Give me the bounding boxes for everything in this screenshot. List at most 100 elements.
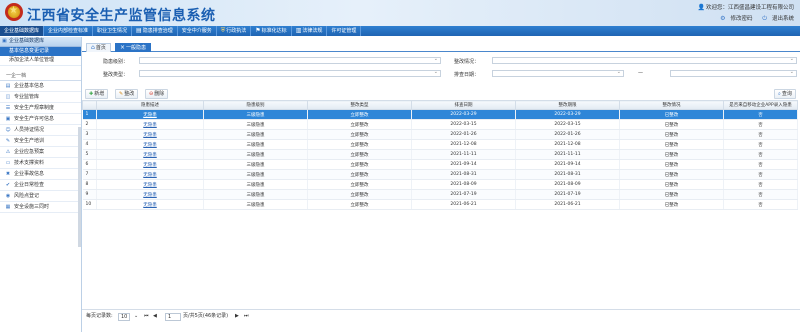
sidebar-header[interactable]: 企业基础数据库 (0, 37, 81, 47)
column-header-index (82, 100, 97, 110)
column-header-desc[interactable]: 隐患描述 (96, 100, 204, 110)
rectify-type-select[interactable] (139, 69, 441, 77)
nav-item-internal-standard[interactable]: 企业内部检查标准 (44, 26, 94, 36)
hazard-level-select[interactable] (139, 56, 441, 64)
hazard-desc-link[interactable]: 无隐患 (143, 123, 157, 128)
close-icon: × (120, 44, 126, 51)
sidebar-item-add-legal-unit[interactable]: 添加企法人单位管理 (0, 56, 81, 66)
user-icon: 👤 (697, 4, 705, 11)
certificate-icon: ▣ (5, 116, 11, 122)
building-icon: ▦ (5, 204, 11, 210)
table-row[interactable]: 6 无隐患 三级隐患 立即整改 2021-09-14 2021-09-14 已整… (82, 159, 798, 170)
sidebar-item-emergency-plan[interactable]: ⚠ 企业应急预案 (0, 147, 81, 158)
table-row[interactable]: 3 无隐患 三级隐患 立即整改 2022-01-26 2022-01-26 已整… (82, 129, 798, 140)
table-row[interactable]: 10 无隐患 三级隐患 立即整改 2021-06-21 2021-06-21 已… (82, 199, 798, 210)
sidebar-item-change-log[interactable]: 基本信息变更记录 (0, 47, 81, 56)
sidebar-item-basic-info[interactable]: ▤ 企业基本信息 (0, 81, 81, 92)
column-header-status[interactable]: 整改情况 (619, 100, 724, 110)
nav-item-enterprise-db[interactable]: 企业基础数据库 (0, 26, 45, 36)
alert-icon: ⚠ (5, 149, 11, 155)
column-header-type[interactable]: 整改类型 (307, 100, 412, 110)
filter-panel: 隐患级别： 整改情况： 整改类型： 排查日期： — (82, 54, 800, 84)
nav-item-laws[interactable]: ▥法律法规 (292, 26, 328, 36)
hazard-desc-link[interactable]: 无隐患 (143, 133, 157, 138)
nav-item-license[interactable]: 许可证管理 (327, 26, 362, 36)
sidebar-item-supervision[interactable]: ◫ 专业监管库 (0, 92, 81, 103)
hazard-desc-link[interactable]: 无隐患 (143, 153, 157, 158)
date-range-separator: — (638, 70, 643, 76)
sidebar-item-personnel[interactable]: ☺ 人员持证情况 (0, 125, 81, 136)
pagination-bar: 每页记录数: 10 ⌄ ⏮ ◀ 1 页/共5页(46条记录) ▶ ⏭ (82, 309, 800, 322)
welcome-text: 👤欢迎您：江西盛昌建设工程有限公司 (697, 4, 795, 11)
logout-link[interactable]: ⏻ 退出系统 (758, 15, 794, 22)
hazard-desc-link[interactable]: 无隐患 (143, 143, 157, 148)
warning-icon: ✖ (5, 171, 11, 177)
training-icon: ✎ (5, 138, 11, 144)
nav-item-hazard-check[interactable]: ▤隐患排查治理 (132, 26, 178, 36)
date-end-input[interactable] (670, 69, 797, 77)
per-page-dropdown-icon[interactable]: ⌄ (134, 310, 138, 322)
delete-button[interactable]: ⊖删除 (145, 89, 169, 99)
settings-icon: ⚙ (720, 15, 726, 22)
table-row[interactable]: 8 无隐患 三级隐患 立即整改 2021-08-09 2021-08-09 已整… (82, 179, 798, 190)
nav-item-occupational-health[interactable]: 职业卫生情况 (93, 26, 133, 36)
app-header: 江西省安全生产监管信息系统 👤欢迎您：江西盛昌建设工程有限公司 ⚙修改密码 ⏻退… (0, 0, 800, 26)
document-icon: ▤ (5, 83, 11, 89)
last-page-icon[interactable]: ⏭ (244, 310, 249, 322)
hazard-desc-link[interactable]: 无隐患 (143, 113, 157, 118)
sidebar-item-license-info[interactable]: ▣ 安全生产许可信息 (0, 114, 81, 125)
hazard-desc-link[interactable]: 无隐患 (143, 183, 157, 188)
rectify-type-label: 整改类型： (103, 72, 129, 78)
next-page-icon[interactable]: ▶ (235, 310, 239, 322)
column-header-app[interactable]: 是否来自移动企业APP录入隐患 (723, 100, 798, 110)
change-password-link[interactable]: ⚙ 修改密码 (716, 15, 752, 22)
clipboard-icon: ▤ (136, 27, 142, 34)
page-number-input[interactable]: 1 (165, 313, 181, 321)
hazard-desc-link[interactable]: 无隐患 (143, 203, 157, 208)
top-nav: 企业基础数据库 企业内部检查标准 职业卫生情况 ▤隐患排查治理 安全中介服务 ⛨… (0, 26, 800, 36)
sidebar-scrollbar[interactable] (78, 127, 81, 247)
rectify-button[interactable]: ✎整改 (115, 89, 139, 99)
sidebar-item-risk-point[interactable]: ◉ 风险点登记 (0, 191, 81, 202)
sidebar-item-training[interactable]: ✎ 安全生产培训 (0, 136, 81, 147)
rectify-status-label: 整改情况： (454, 59, 480, 65)
sidebar-item-accident[interactable]: ✖ 企业事故信息 (0, 169, 81, 180)
sidebar-item-safety-facility[interactable]: ▦ 安全设施三同时 (0, 202, 81, 213)
table-row[interactable]: 7 无隐患 三级隐患 立即整改 2021-08-31 2021-08-31 已整… (82, 169, 798, 180)
header-links: ⚙ 修改密码 ⏻ 退出系统 (712, 14, 794, 23)
plus-icon: ✚ (89, 91, 94, 97)
sidebar-item-tech-support[interactable]: ▭ 技术支撑资料 (0, 158, 81, 169)
report-date-label: 排查日期： (454, 72, 480, 78)
hazard-desc-link[interactable]: 无隐患 (143, 173, 157, 178)
table-row[interactable]: 9 无隐患 三级隐患 立即整改 2021-07-19 2021-07-19 已整… (82, 189, 798, 200)
nav-item-agency-service[interactable]: 安全中介服务 (178, 26, 217, 36)
logout-icon: ⏻ (762, 15, 767, 22)
tab-bar: ⌂首页 ×一般隐患 (82, 42, 800, 52)
table-row[interactable]: 2 无隐患 三级隐患 立即整改 2022-03-15 2022-03-15 已整… (82, 119, 798, 130)
table-row[interactable]: 4 无隐患 三级隐患 立即整改 2021-12-08 2021-12-08 已整… (82, 139, 798, 150)
table-row[interactable]: 5 无隐患 三级隐患 立即整改 2021-11-11 2021-11-11 已整… (82, 149, 798, 160)
book-icon: ▥ (295, 27, 302, 34)
query-button[interactable]: ⌕查询 (774, 89, 796, 99)
prev-page-icon[interactable]: ◀ (153, 310, 157, 322)
sidebar-item-rules[interactable]: ☰ 安全生产规章制度 (0, 103, 81, 114)
hazard-desc-link[interactable]: 无隐患 (143, 163, 157, 168)
nav-item-standardization[interactable]: ⚑标准化达标 (251, 26, 292, 36)
hazard-level-label: 隐患级别： (103, 59, 129, 65)
per-page-select[interactable]: 10 (118, 313, 131, 321)
hazard-desc-link[interactable]: 无隐患 (143, 193, 157, 198)
column-header-level[interactable]: 隐患级别 (203, 100, 308, 110)
column-header-deadline[interactable]: 整改期限 (515, 100, 620, 110)
sidebar-item-daily-check[interactable]: ✔ 企业日常检查 (0, 180, 81, 191)
add-button[interactable]: ✚新增 (85, 89, 109, 99)
first-page-icon[interactable]: ⏮ (144, 310, 149, 322)
tab-general-hazard[interactable]: ×一般隐患 (115, 43, 152, 52)
shield-icon: ⛨ (220, 27, 226, 34)
rectify-status-select[interactable] (492, 56, 797, 64)
nav-item-enforcement[interactable]: ⛨行政执法 (217, 26, 252, 36)
delete-icon: ⊖ (149, 91, 154, 97)
date-start-input[interactable] (492, 69, 624, 77)
tab-home[interactable]: ⌂首页 (86, 43, 111, 52)
column-header-date[interactable]: 排查日期 (411, 100, 516, 110)
table-row[interactable]: 1 无隐患 三级隐患 立即整改 2022-03-29 2022-03-29 已整… (82, 109, 798, 120)
